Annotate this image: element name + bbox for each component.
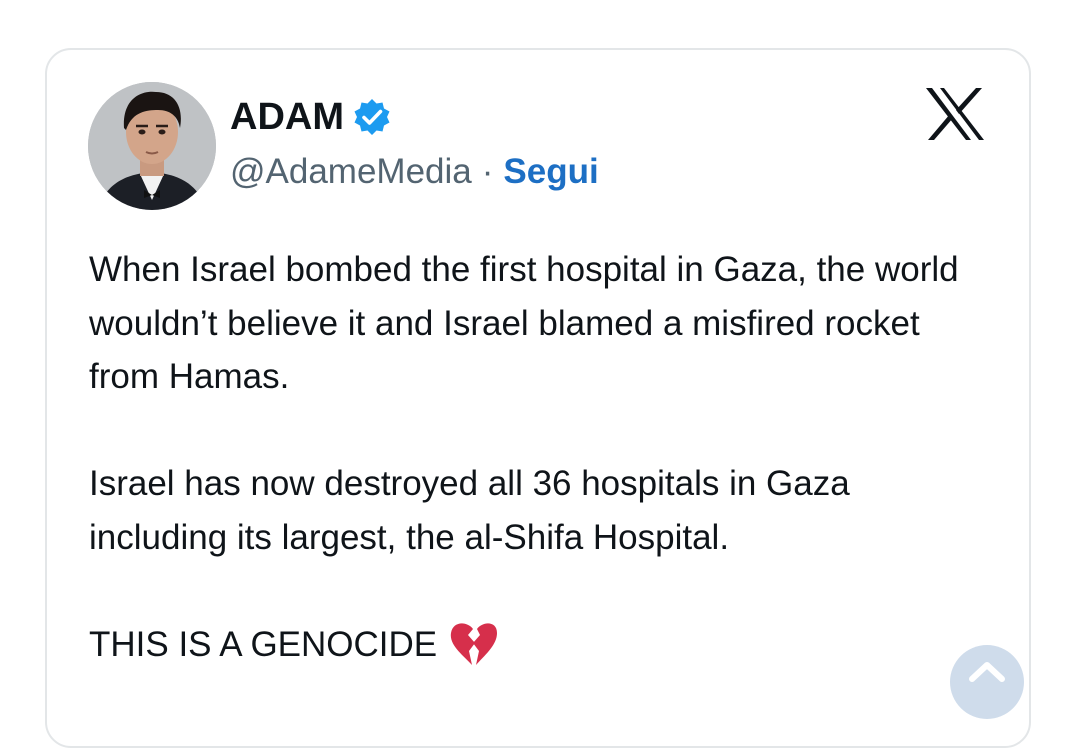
avatar[interactable]	[88, 82, 216, 210]
author-handle[interactable]: @AdameMedia	[230, 152, 472, 192]
follow-button[interactable]: Segui	[503, 152, 598, 192]
display-name[interactable]: ADAM	[230, 96, 344, 139]
separator-dot: ·	[481, 152, 494, 191]
author-name-row: ADAM	[230, 96, 392, 138]
x-logo-icon[interactable]	[924, 86, 986, 142]
closing-line: THIS IS A GENOCIDE	[89, 618, 989, 672]
tweet-paragraph: Israel has now destroyed all 36 hospital…	[89, 464, 850, 557]
verified-badge-icon	[354, 99, 390, 135]
scroll-up-button[interactable]	[950, 645, 1024, 719]
handle-row: @AdameMedia · Segui	[230, 150, 599, 194]
scroll-up-icon	[969, 662, 1005, 682]
tweet-text: When Israel bombed the first hospital in…	[89, 243, 989, 671]
tweet-paragraph: When Israel bombed the first hospital in…	[89, 250, 959, 396]
closing-line-text: THIS IS A GENOCIDE	[89, 624, 438, 664]
broken-heart-icon	[450, 623, 498, 666]
